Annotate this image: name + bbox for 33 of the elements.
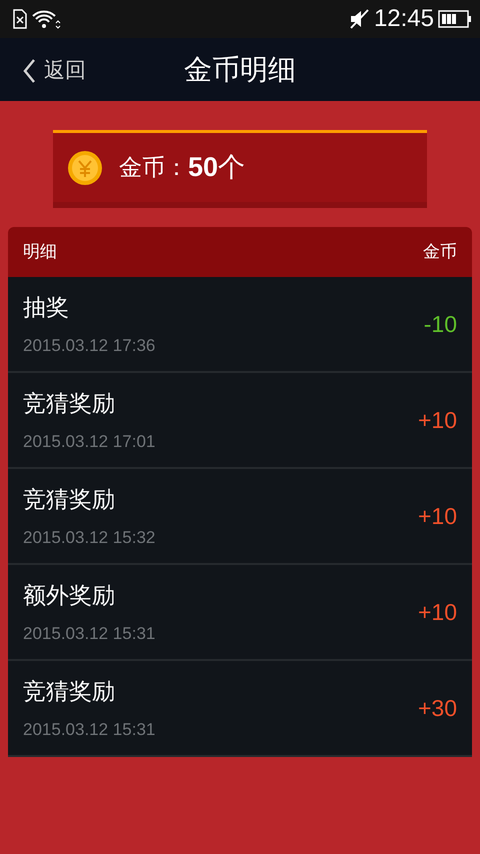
transaction-amount: +10: [418, 598, 457, 627]
balance-label: 金币：: [119, 153, 188, 182]
coin-icon: [67, 150, 103, 186]
transaction-row[interactable]: 竞猜奖励 2015.03.12 15:31 +30: [8, 661, 472, 757]
chevron-left-icon: [22, 58, 36, 84]
transaction-time: 2015.03.12 15:31: [23, 622, 156, 644]
transaction-row[interactable]: 额外奖励 2015.03.12 15:31 +10: [8, 565, 472, 661]
transaction-row[interactable]: 竞猜奖励 2015.03.12 15:32 +10: [8, 469, 472, 565]
transaction-time: 2015.03.12 15:31: [23, 718, 156, 740]
back-button[interactable]: 返回: [22, 55, 86, 86]
transaction-row[interactable]: 竞猜奖励 2015.03.12 17:01 +10: [8, 373, 472, 469]
transaction-time: 2015.03.12 17:01: [23, 430, 156, 452]
transaction-amount: +10: [418, 406, 457, 435]
column-header: 金币: [423, 241, 457, 264]
sim-card-icon: [12, 9, 28, 29]
transaction-amount: +10: [418, 502, 457, 531]
transaction-time: 2015.03.12 15:32: [23, 526, 156, 548]
wifi-icon: [32, 9, 62, 29]
clock: 12:45: [374, 4, 434, 34]
transaction-title: 抽奖: [23, 293, 70, 322]
transaction-title: 竞猜奖励: [23, 389, 116, 418]
transaction-title: 额外奖励: [23, 581, 116, 610]
transaction-title: 竞猜奖励: [23, 677, 116, 706]
page-title: 金币明细: [184, 52, 296, 86]
muted-speaker-icon: [348, 8, 370, 30]
column-header: 明细: [23, 241, 57, 264]
battery-icon: [438, 9, 472, 29]
transaction-amount: +30: [418, 694, 457, 723]
transaction-row[interactable]: 抽奖 2015.03.12 17:36 -10: [8, 277, 472, 373]
transaction-amount: -10: [424, 310, 457, 339]
transaction-title: 竞猜奖励: [23, 485, 116, 514]
balance-amount: 50个: [188, 151, 246, 184]
transaction-time: 2015.03.12 17:36: [23, 334, 156, 356]
